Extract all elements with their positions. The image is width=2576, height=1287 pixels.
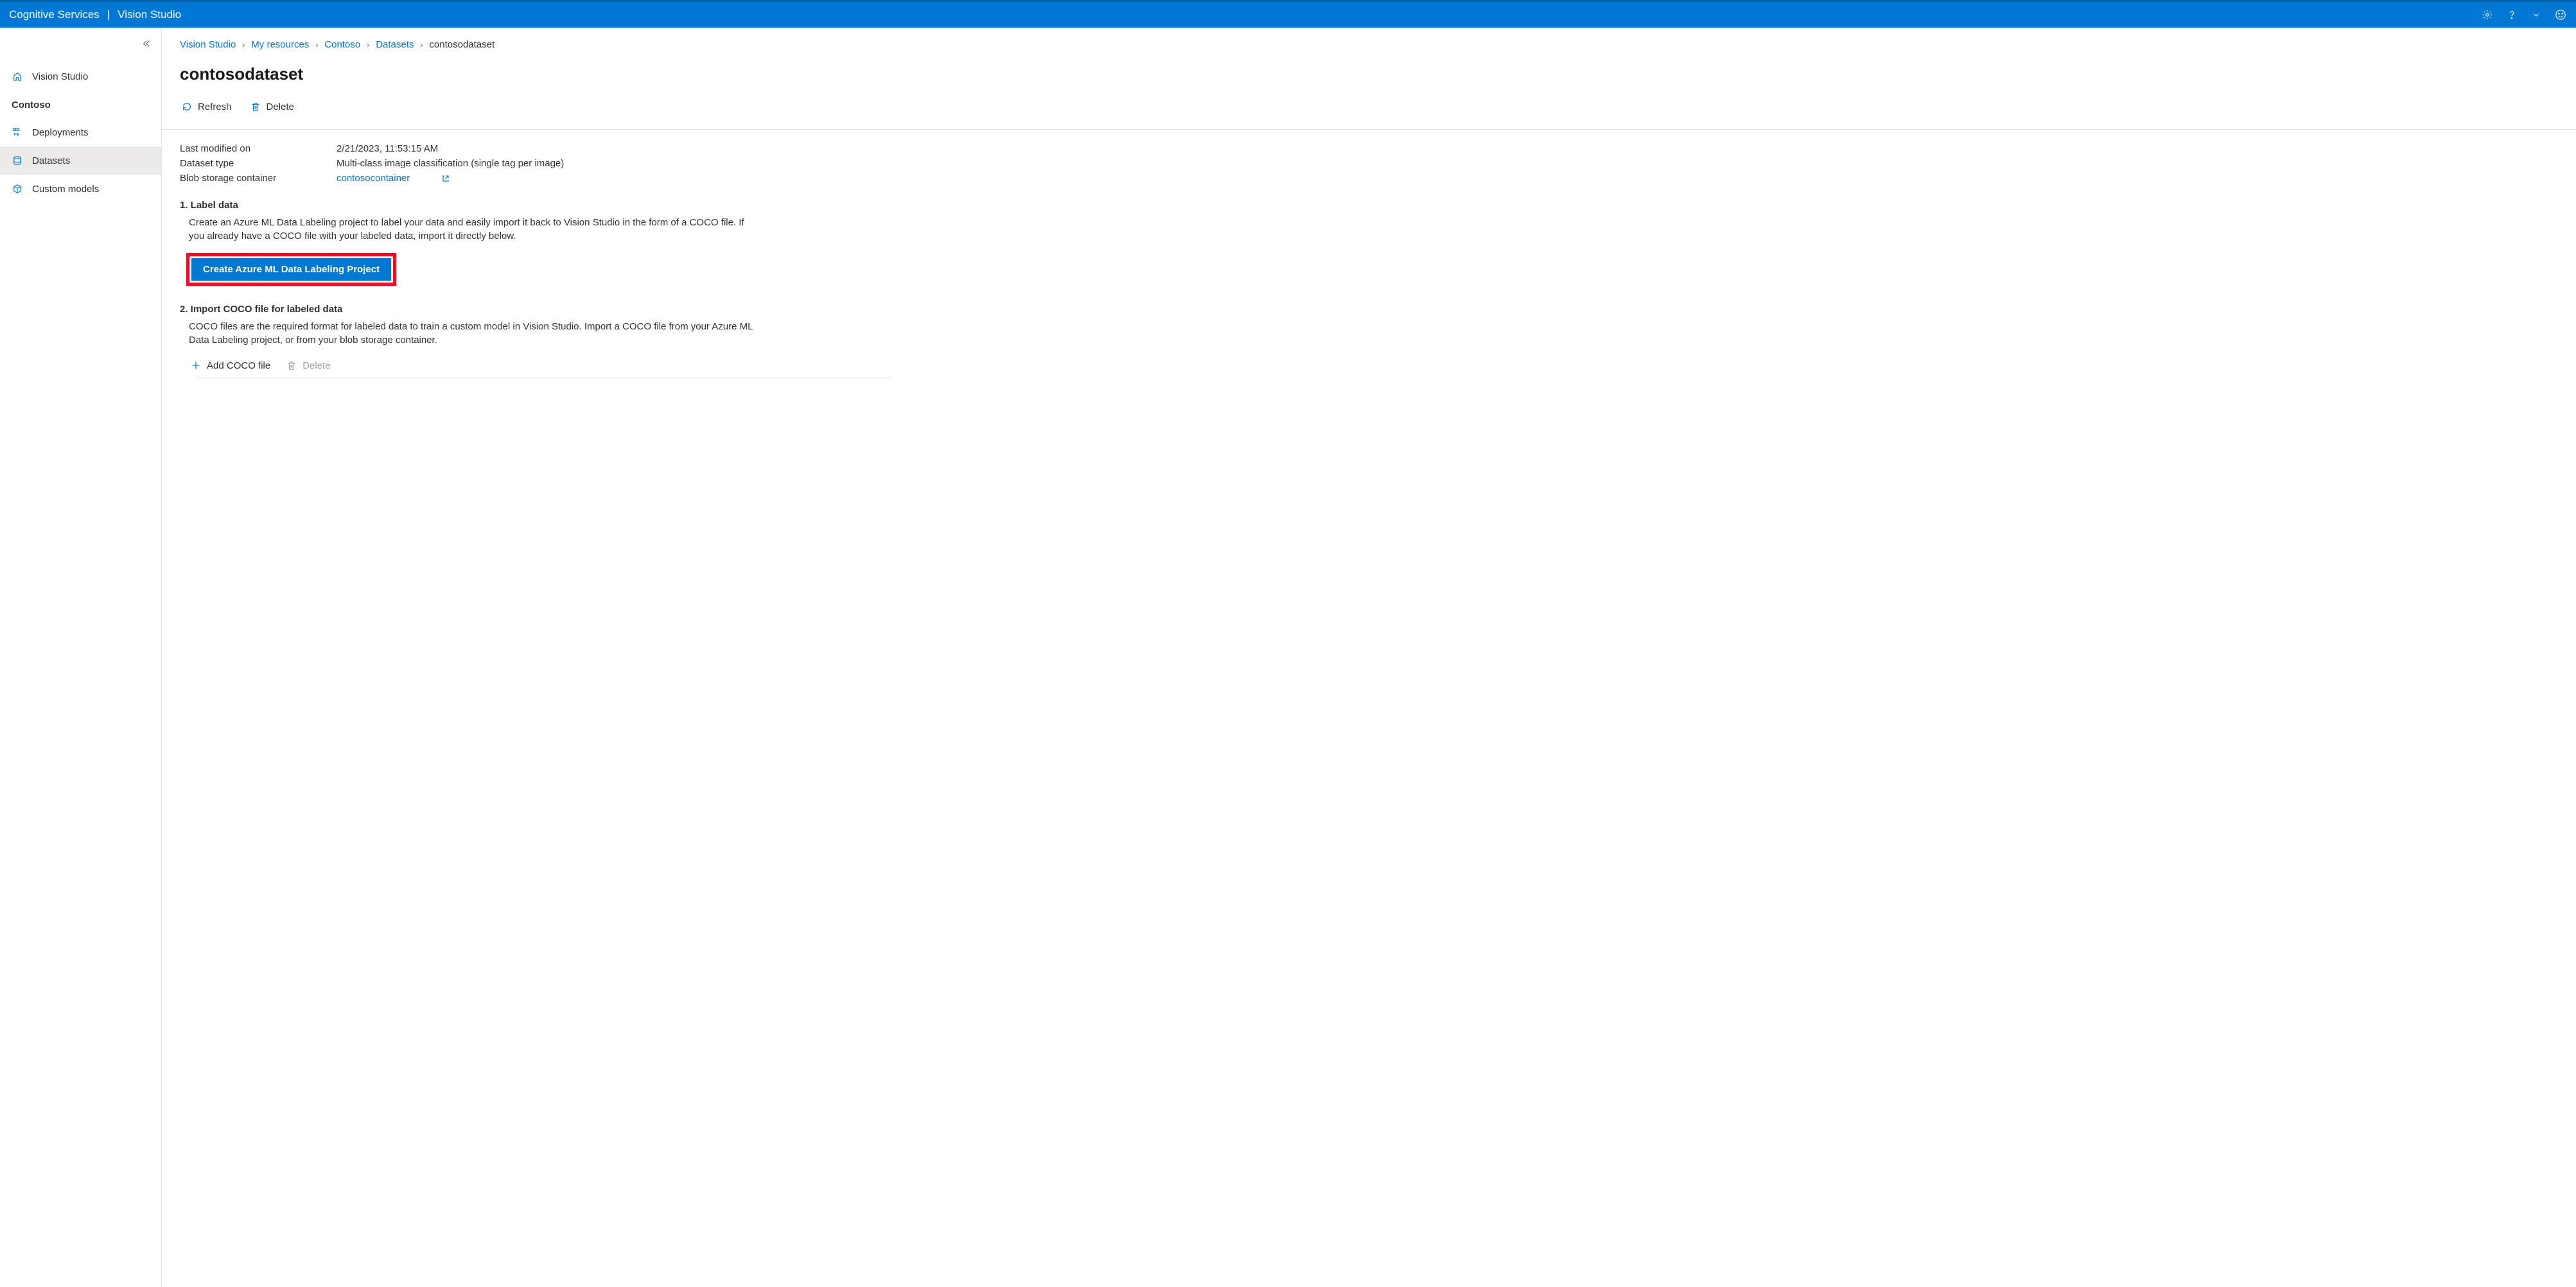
- sidebar-resource-label: Contoso: [0, 91, 161, 118]
- breadcrumb-current: contosodataset: [429, 39, 495, 50]
- highlight-annotation: Create Azure ML Data Labeling Project: [186, 253, 396, 286]
- collapse-sidebar-icon[interactable]: [142, 39, 151, 51]
- service-name: Cognitive Services: [9, 8, 100, 21]
- top-bar-title: Cognitive Services | Vision Studio: [9, 8, 181, 21]
- meta-row-container: Blob storage container contosocontainer: [180, 171, 2558, 186]
- toolbar: Refresh Delete: [180, 98, 2558, 115]
- feedback-smiley-icon[interactable]: [2554, 8, 2567, 21]
- sidebar-item-label: Datasets: [32, 155, 70, 166]
- gear-icon[interactable]: [2481, 8, 2494, 21]
- top-bar-actions: [2481, 8, 2567, 21]
- add-coco-label: Add COCO file: [207, 360, 270, 371]
- sidebar-home[interactable]: Vision Studio: [0, 62, 161, 91]
- coco-toolbar: Add COCO file Delete: [189, 357, 2558, 374]
- breadcrumb-sep: ›: [420, 40, 423, 49]
- breadcrumb-sep: ›: [242, 40, 245, 49]
- metadata-table: Last modified on 2/21/2023, 11:53:15 AM …: [180, 141, 2558, 186]
- meta-value: 2/21/2023, 11:53:15 AM: [337, 143, 438, 154]
- sidebar-item-deployments[interactable]: Deployments: [0, 118, 161, 146]
- refresh-icon: [181, 101, 193, 112]
- delete-coco-button: Delete: [285, 357, 331, 374]
- app-name: Vision Studio: [118, 8, 181, 21]
- sidebar-item-label: Deployments: [32, 127, 89, 138]
- breadcrumb-sep: ›: [367, 40, 369, 49]
- container-link-text: contosocontainer: [337, 173, 410, 184]
- section-1-heading: 1. Label data: [180, 200, 2558, 211]
- page-title: contosodataset: [180, 64, 2558, 84]
- trash-icon: [250, 101, 261, 112]
- divider: [162, 129, 2576, 130]
- help-icon[interactable]: [2505, 8, 2518, 21]
- delete-button[interactable]: Delete: [249, 98, 295, 115]
- sidebar-item-custom-models[interactable]: Custom models: [0, 175, 161, 203]
- deployments-icon: [12, 127, 23, 138]
- plus-icon: [190, 360, 202, 371]
- breadcrumb-link[interactable]: Contoso: [324, 39, 360, 50]
- sidebar-home-label: Vision Studio: [32, 71, 88, 82]
- section-2-desc: COCO files are the required format for l…: [189, 320, 754, 347]
- breadcrumb-link[interactable]: Datasets: [376, 39, 414, 50]
- sidebar-item-datasets[interactable]: Datasets: [0, 146, 161, 175]
- refresh-label: Refresh: [198, 101, 232, 112]
- delete-coco-label: Delete: [302, 360, 330, 371]
- refresh-button[interactable]: Refresh: [180, 98, 233, 115]
- meta-value: Multi-class image classification (single…: [337, 158, 564, 169]
- meta-row-last-modified: Last modified on 2/21/2023, 11:53:15 AM: [180, 141, 2558, 156]
- external-link-icon: [442, 175, 450, 182]
- datasets-icon: [12, 155, 23, 166]
- meta-label: Dataset type: [180, 158, 337, 169]
- trash-icon: [286, 360, 297, 371]
- breadcrumb-sep: ›: [315, 40, 318, 49]
- section-2-heading: 2. Import COCO file for labeled data: [180, 304, 2558, 315]
- section-1-desc: Create an Azure ML Data Labeling project…: [189, 216, 754, 243]
- top-bar: Cognitive Services | Vision Studio: [0, 0, 2576, 28]
- home-icon: [12, 71, 23, 82]
- sidebar: Vision Studio Contoso Deployments Datase…: [0, 28, 162, 1287]
- breadcrumb: Vision Studio › My resources › Contoso ›…: [180, 39, 2558, 50]
- create-azure-ml-button[interactable]: Create Azure ML Data Labeling Project: [191, 258, 391, 281]
- title-divider: |: [107, 8, 110, 21]
- add-coco-file-button[interactable]: Add COCO file: [189, 357, 272, 374]
- chevron-down-icon[interactable]: [2530, 8, 2543, 21]
- breadcrumb-link[interactable]: Vision Studio: [180, 39, 236, 50]
- main-content: Vision Studio › My resources › Contoso ›…: [162, 28, 2576, 1287]
- container-link[interactable]: contosocontainer: [337, 173, 450, 184]
- breadcrumb-link[interactable]: My resources: [251, 39, 309, 50]
- custom-models-icon: [12, 183, 23, 195]
- meta-label: Last modified on: [180, 143, 337, 154]
- meta-row-dataset-type: Dataset type Multi-class image classific…: [180, 156, 2558, 171]
- sidebar-item-label: Custom models: [32, 184, 99, 195]
- delete-label: Delete: [267, 101, 294, 112]
- meta-label: Blob storage container: [180, 173, 337, 184]
